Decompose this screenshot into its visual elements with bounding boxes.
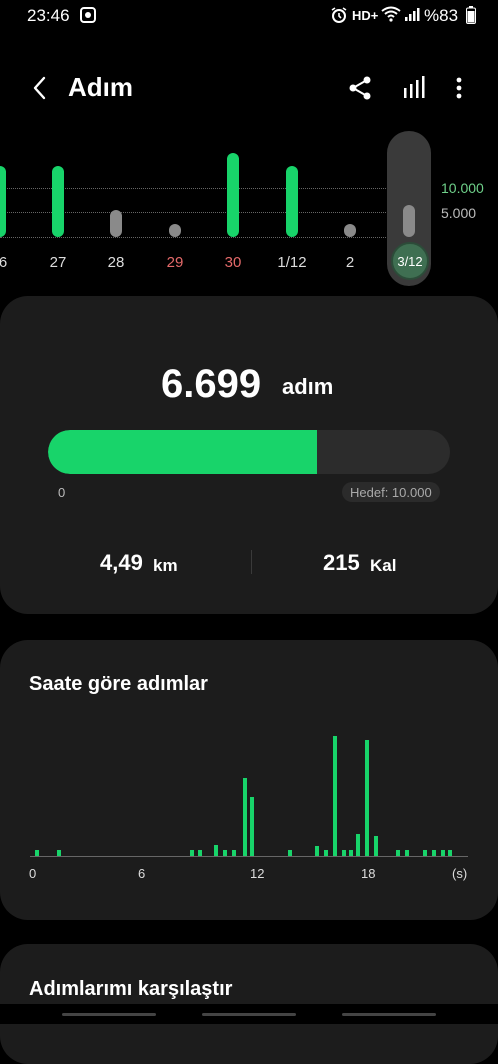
more-vert-icon	[456, 77, 462, 99]
share-icon	[349, 76, 371, 100]
day-bar-4[interactable]	[227, 153, 239, 237]
nav-back-button[interactable]	[342, 1013, 436, 1016]
hour-tick-4: (s)	[452, 866, 468, 881]
hourly-steps-title: Saate göre adımlar	[29, 673, 208, 695]
more-options-button[interactable]	[446, 72, 472, 104]
hour-bar-20	[423, 850, 428, 856]
goal-badge: Hedef: 10.000	[342, 482, 440, 502]
baseline	[0, 237, 430, 238]
day-label-5: 1/12	[277, 254, 307, 271]
hour-bar-22	[441, 850, 446, 856]
hour-tick-3: 18	[361, 866, 376, 881]
hour-tick-0: 0	[29, 866, 37, 881]
back-button[interactable]	[22, 70, 58, 106]
hour-bar-10	[314, 846, 319, 856]
bar-chart-icon	[404, 76, 425, 98]
network-type-label: HD+	[352, 8, 379, 23]
hour-bar-12	[332, 736, 337, 856]
battery-icon	[466, 6, 476, 27]
scale-label-low: 5.000	[441, 205, 477, 221]
scale-label-high: 10.000	[441, 180, 484, 196]
compare-steps-title: Adımlarımı karşılaştır	[29, 978, 233, 1000]
day-bar-3[interactable]	[169, 224, 181, 237]
hour-bar-0	[35, 850, 40, 856]
hour-bar-14	[349, 850, 354, 856]
day-bar-6[interactable]	[344, 224, 356, 237]
page-title: Adım	[68, 72, 133, 102]
day-label-0: 6	[0, 254, 8, 271]
alarm-icon	[330, 6, 348, 27]
wifi-icon	[381, 6, 401, 25]
stat-divider	[251, 550, 252, 574]
hour-bar-1	[56, 850, 61, 856]
goal-progress-bar	[48, 430, 450, 474]
hour-bar-4	[213, 845, 218, 856]
hour-bar-16	[365, 739, 370, 856]
hour-bar-15	[356, 834, 361, 856]
selected-day-label[interactable]: 3/12	[391, 242, 429, 280]
share-button[interactable]	[345, 72, 377, 104]
signal-icon	[404, 6, 420, 25]
hour-bar-3	[197, 850, 202, 856]
calories-unit: Kal	[370, 556, 397, 575]
calories-value: 215	[323, 550, 360, 575]
steps-unit: adım	[282, 374, 334, 399]
steps-count: 6.699	[161, 362, 262, 406]
hour-bar-13	[341, 850, 346, 856]
screen-record-icon	[80, 7, 96, 26]
hour-bar-6	[231, 850, 236, 856]
status-bar: 23:46 HD+ %83	[0, 0, 498, 30]
status-time: 23:46	[27, 6, 70, 25]
goal-line	[0, 188, 430, 189]
distance-value: 4,49	[100, 550, 143, 575]
hour-bar-7	[242, 778, 247, 856]
day-label-4: 30	[224, 254, 242, 271]
hour-bar-8	[249, 797, 254, 856]
progress-min-label: 0	[58, 485, 66, 500]
hour-tick-1: 6	[138, 866, 146, 881]
hour-bar-21	[432, 850, 437, 856]
chart-view-button[interactable]	[398, 72, 430, 104]
hour-bar-11	[323, 850, 328, 856]
hour-bar-23	[448, 850, 453, 856]
day-bar-5[interactable]	[286, 166, 298, 237]
back-arrow-icon	[33, 76, 46, 100]
half-goal-line	[0, 212, 430, 213]
nav-recents-button[interactable]	[62, 1013, 156, 1016]
hour-tick-2: 12	[250, 866, 265, 881]
selected-day-bar	[403, 205, 415, 237]
day-label-6: 2	[345, 254, 355, 271]
hour-bar-19	[405, 850, 410, 856]
distance-unit: km	[153, 556, 178, 575]
hour-bar-9	[287, 850, 292, 856]
day-bar-1[interactable]	[52, 166, 64, 237]
nav-home-button[interactable]	[202, 1013, 296, 1016]
goal-progress-fill	[48, 430, 318, 474]
battery-percent: %83	[424, 6, 459, 25]
hour-bar-17	[374, 835, 379, 856]
day-bar-2[interactable]	[110, 210, 122, 237]
hour-bar-5	[222, 850, 227, 856]
day-label-1: 27	[49, 254, 67, 271]
hourly-axis	[30, 856, 468, 857]
day-bar-0[interactable]	[0, 166, 6, 237]
day-label-3: 29	[166, 254, 184, 271]
hour-bar-2	[190, 850, 195, 856]
hour-bar-18	[396, 850, 401, 856]
day-label-2: 28	[107, 254, 125, 271]
